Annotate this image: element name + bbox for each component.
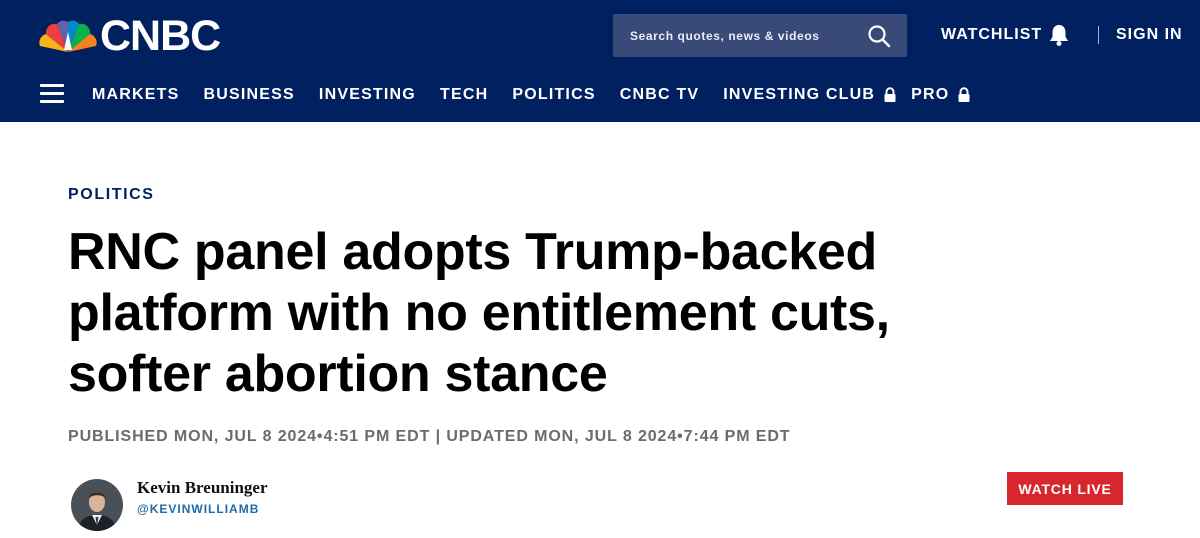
headline-line: RNC panel adopts Trump-backed	[68, 223, 877, 281]
headline-line: platform with no entitlement cuts,	[68, 284, 890, 342]
nav-item-tech[interactable]: TECH	[440, 86, 488, 104]
nav-item-label: TECH	[439, 86, 489, 103]
menu-icon[interactable]	[40, 84, 64, 104]
lock-icon	[884, 87, 896, 102]
bell-icon	[1050, 25, 1069, 46]
nav-item-label: INVESTING CLUB	[723, 86, 876, 103]
nav-item-markets[interactable]: MARKETS	[92, 86, 180, 104]
cnbc-logo[interactable]: CNBC	[38, 12, 221, 60]
nav-item-business[interactable]: BUSINESS	[204, 86, 295, 104]
main-nav: MARKETS BUSINESS INVESTING TECH POLITICS…	[92, 84, 995, 106]
nav-item-label: MARKETS	[92, 86, 180, 103]
headline-line: softer abortion stance	[68, 345, 608, 403]
author-photo	[71, 479, 123, 531]
nav-item-investing[interactable]: INVESTING	[319, 86, 416, 104]
lock-icon	[958, 87, 970, 102]
search-icon[interactable]	[867, 24, 891, 48]
section-kicker[interactable]: POLITICS	[68, 186, 155, 204]
search-input[interactable]: Search quotes, news & videos	[630, 29, 820, 43]
author-name[interactable]: Kevin Breuninger	[137, 478, 268, 498]
header-divider	[1098, 26, 1099, 44]
nav-item-label: INVESTING	[318, 86, 416, 103]
logo-wordmark: CNBC	[100, 12, 221, 60]
nav-item-label: POLITICS	[512, 86, 596, 103]
nav-item-label: BUSINESS	[203, 86, 295, 103]
author-avatar[interactable]	[71, 479, 123, 531]
nav-item-pro[interactable]: PRO	[911, 86, 971, 104]
article-headline: RNC panel adopts Trump-backed platform w…	[68, 222, 1068, 405]
site-header: CNBC Search quotes, news & videos WATCHL…	[0, 0, 1200, 122]
nav-item-cnbc-tv[interactable]: CNBC TV	[620, 86, 700, 104]
peacock-logo-icon	[39, 20, 97, 52]
watchlist-button[interactable]: WATCHLIST	[941, 24, 1072, 46]
nav-item-politics[interactable]: POLITICS	[512, 86, 595, 104]
watch-live-button[interactable]: WATCH LIVE	[1007, 472, 1123, 505]
nav-item-label: PRO	[911, 86, 950, 103]
nav-item-label: CNBC TV	[619, 86, 700, 103]
author-handle[interactable]: @KEVINWILLIAMB	[137, 502, 259, 516]
nav-item-investing-club[interactable]: INVESTING CLUB	[723, 86, 897, 104]
watchlist-label: WATCHLIST	[941, 26, 1043, 43]
sign-in-link[interactable]: SIGN IN	[1116, 24, 1183, 46]
search-bar[interactable]: Search quotes, news & videos	[613, 14, 907, 57]
article-timestamp: PUBLISHED MON, JUL 8 2024•4:51 PM EDT | …	[68, 428, 791, 445]
